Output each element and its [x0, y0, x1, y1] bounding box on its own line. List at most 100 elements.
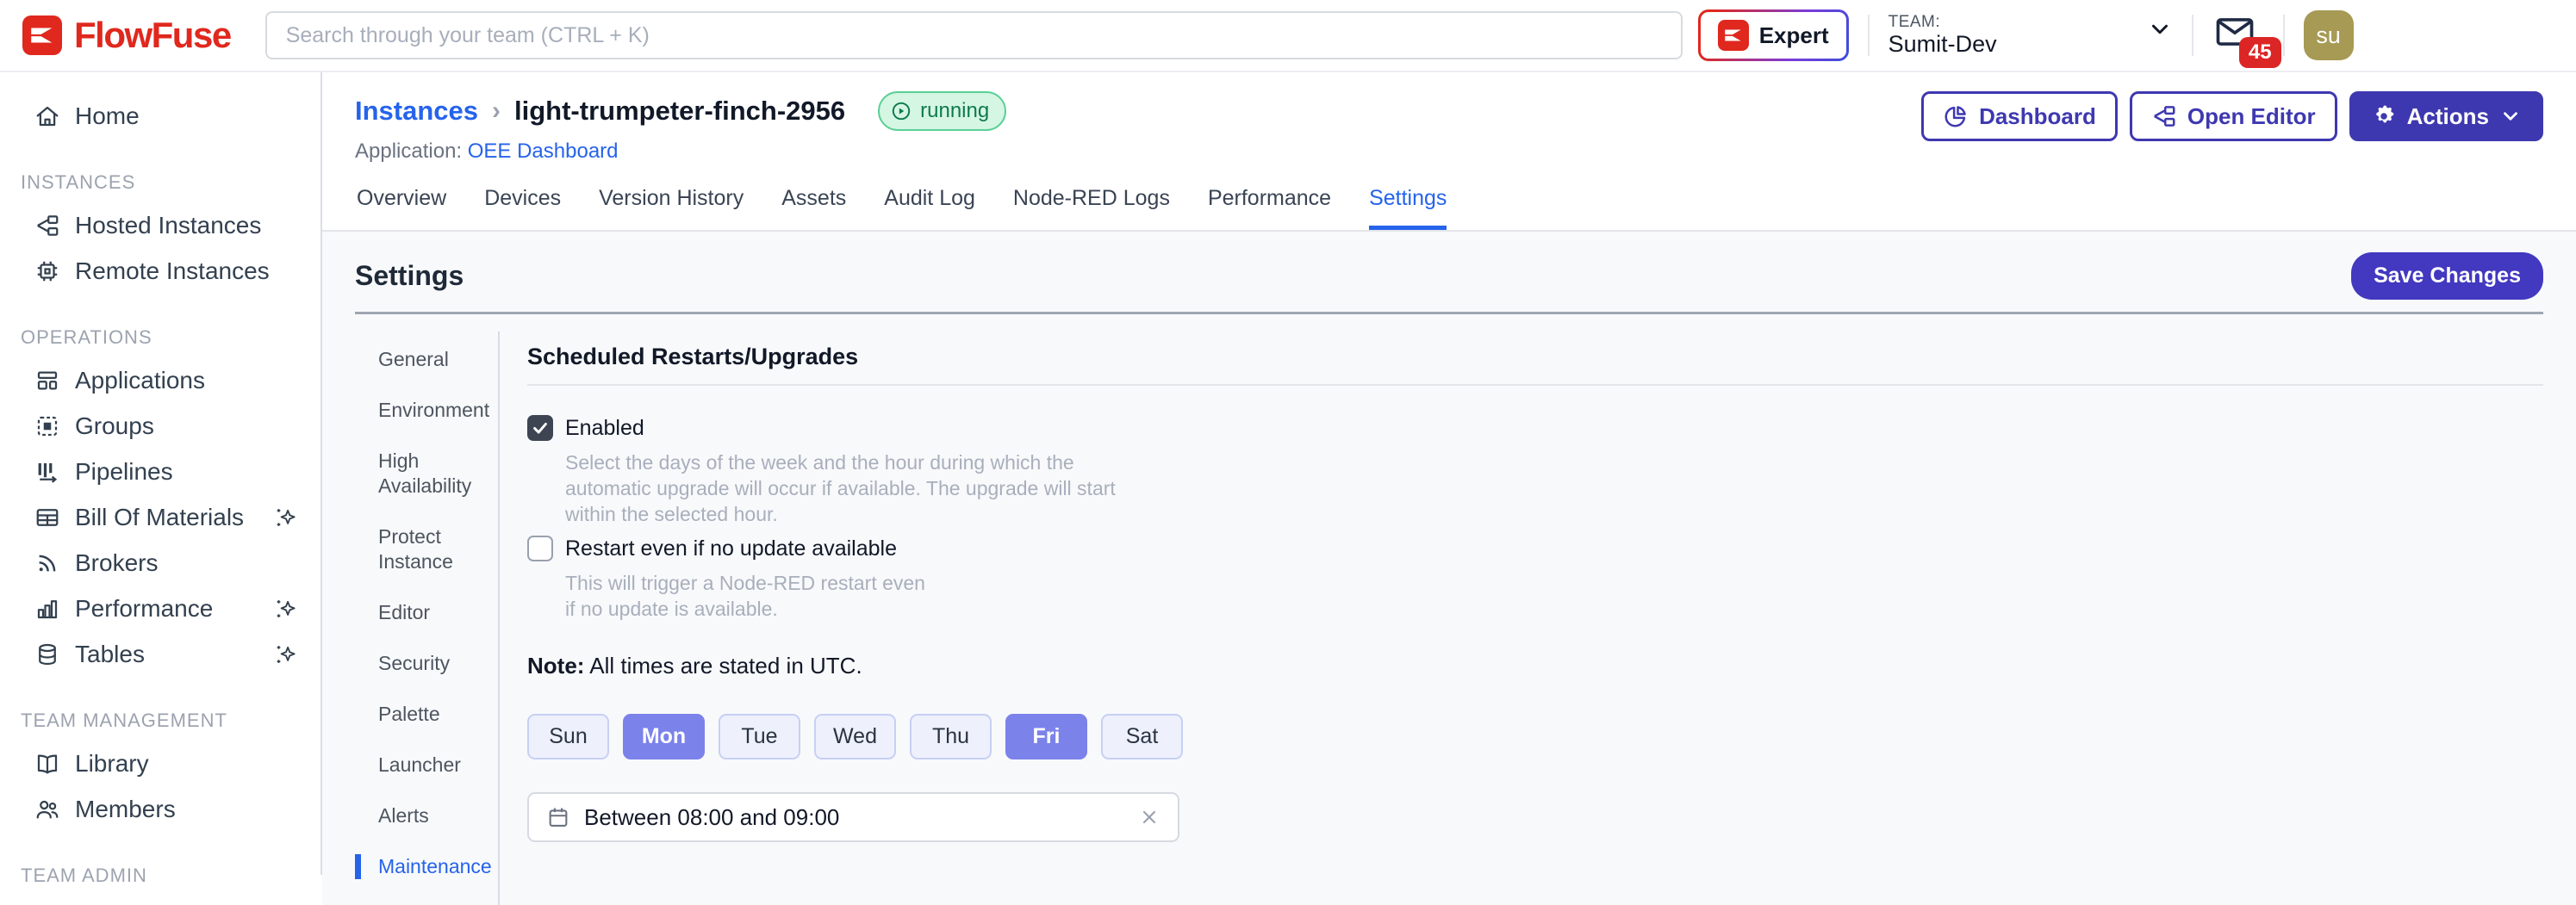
settings-nav-protect-instance[interactable]: Protect Instance	[355, 524, 500, 574]
open-editor-button[interactable]: Open Editor	[2130, 91, 2337, 141]
topbar-divider	[1868, 15, 1870, 56]
sidebar-section-team-management: TEAM MANAGEMENT	[0, 696, 320, 741]
sidebar-item-label: Remote Instances	[75, 257, 270, 285]
enabled-help-text: Select the days of the week and the hour…	[565, 449, 1164, 527]
notifications-button[interactable]: 45	[2212, 9, 2264, 61]
flowfuse-wordmark: FlowFuse	[74, 15, 231, 56]
time-window-value: Between 08:00 and 09:00	[584, 804, 1124, 831]
enabled-checkbox-label: Enabled	[565, 416, 644, 441]
notification-count-badge: 45	[2239, 37, 2281, 68]
restart-help-text: This will trigger a Node-RED restart eve…	[565, 570, 927, 622]
enabled-checkbox-row[interactable]: Enabled	[527, 415, 2543, 441]
restart-checkbox-label: Restart even if no update available	[565, 536, 897, 561]
settings-nav-security[interactable]: Security	[355, 651, 500, 676]
pie-chart-icon	[1943, 103, 1969, 129]
sidebar-item-tables[interactable]: Tables	[0, 631, 320, 677]
sidebar-item-label: Library	[75, 750, 149, 778]
tab-node-red-logs[interactable]: Node-RED Logs	[1013, 186, 1170, 230]
sidebar-item-home[interactable]: Home	[0, 93, 320, 139]
library-icon	[34, 751, 60, 777]
sidebar-item-hosted-instances[interactable]: Hosted Instances	[0, 202, 320, 248]
sidebar-item-groups[interactable]: Groups	[0, 403, 320, 449]
sidebar-section-team-admin: TEAM ADMIN	[0, 851, 320, 896]
search-input[interactable]	[265, 11, 1683, 59]
day-button-sun[interactable]: Sun	[527, 714, 609, 759]
sidebar-item-applications[interactable]: Applications	[0, 357, 320, 403]
breadcrumb-instances-link[interactable]: Instances	[355, 96, 478, 127]
expert-button[interactable]: Expert	[1698, 9, 1849, 61]
settings-nav-maintenance[interactable]: Maintenance	[355, 854, 500, 879]
day-button-mon[interactable]: Mon	[623, 714, 705, 759]
settings-nav-high-availability[interactable]: High Availability	[355, 449, 500, 499]
clear-icon[interactable]	[1138, 806, 1160, 828]
sidebar-item-remote-instances[interactable]: Remote Instances	[0, 248, 320, 294]
chevron-down-icon	[2147, 16, 2173, 42]
settings-nav-palette[interactable]: Palette	[355, 702, 500, 727]
tab-overview[interactable]: Overview	[357, 186, 446, 230]
day-button-thu[interactable]: Thu	[910, 714, 992, 759]
tab-performance[interactable]: Performance	[1208, 186, 1331, 230]
day-picker: Sun Mon Tue Wed Thu Fri Sat	[527, 714, 2543, 759]
sidebar-item-label: Pipelines	[75, 458, 173, 486]
sidebar-item-library[interactable]: Library	[0, 741, 320, 786]
utc-note: Note: All times are stated in UTC.	[527, 653, 2543, 679]
topbar-divider	[2192, 15, 2193, 56]
time-window-input[interactable]: Between 08:00 and 09:00	[527, 792, 1179, 842]
avatar[interactable]: su	[2304, 10, 2354, 60]
instance-tabs: Overview Devices Version History Assets …	[322, 164, 2576, 230]
status-badge: running	[878, 91, 1006, 131]
section-title: Scheduled Restarts/Upgrades	[527, 344, 2543, 370]
sidebar-item-brokers[interactable]: Brokers	[0, 540, 320, 586]
settings-nav: General Environment High Availability Pr…	[355, 332, 500, 905]
restart-checkbox[interactable]	[527, 536, 553, 561]
play-circle-icon	[890, 100, 912, 122]
flowfuse-logo[interactable]: FlowFuse	[0, 15, 265, 56]
breadcrumb-separator-icon: ›	[492, 96, 501, 126]
sidebar-item-label: Performance	[75, 595, 213, 623]
sidebar-item-label: Members	[75, 796, 176, 823]
page-title: Settings	[355, 260, 464, 292]
settings-nav-editor[interactable]: Editor	[355, 600, 500, 625]
sidebar-item-members[interactable]: Members	[0, 786, 320, 832]
dashboard-button[interactable]: Dashboard	[1921, 91, 2118, 141]
actions-button-label: Actions	[2407, 103, 2489, 130]
sidebar-item-label: Bill Of Materials	[75, 504, 244, 531]
status-text: running	[920, 99, 989, 123]
team-selector[interactable]: TEAM: Sumit-Dev	[1888, 13, 2173, 59]
settings-nav-environment[interactable]: Environment	[355, 398, 500, 423]
settings-nav-general[interactable]: General	[355, 347, 500, 372]
enabled-checkbox[interactable]	[527, 415, 553, 441]
settings-nav-launcher[interactable]: Launcher	[355, 753, 500, 778]
instance-name: light-trumpeter-finch-2956	[514, 96, 845, 127]
settings-nav-alerts[interactable]: Alerts	[355, 803, 500, 828]
section-divider	[527, 384, 2543, 386]
tab-assets[interactable]: Assets	[781, 186, 846, 230]
check-icon	[531, 418, 550, 437]
sidebar-item-performance[interactable]: Performance	[0, 586, 320, 631]
open-editor-button-label: Open Editor	[2187, 103, 2316, 130]
tab-settings[interactable]: Settings	[1369, 186, 1447, 230]
actions-button[interactable]: Actions	[2349, 91, 2543, 141]
day-button-wed[interactable]: Wed	[814, 714, 896, 759]
save-changes-button[interactable]: Save Changes	[2351, 252, 2543, 300]
sidebar-item-pipelines[interactable]: Pipelines	[0, 449, 320, 494]
applications-icon	[34, 368, 60, 394]
editor-flow-icon	[2151, 103, 2177, 129]
day-button-tue[interactable]: Tue	[719, 714, 800, 759]
application-link[interactable]: OEE Dashboard	[468, 139, 619, 163]
team-label: TEAM:	[1888, 13, 1997, 32]
tab-version-history[interactable]: Version History	[599, 186, 744, 230]
tables-icon	[34, 642, 60, 667]
restart-checkbox-row[interactable]: Restart even if no update available	[527, 536, 2543, 561]
tab-devices[interactable]: Devices	[484, 186, 561, 230]
tab-audit-log[interactable]: Audit Log	[884, 186, 975, 230]
dashboard-button-label: Dashboard	[1979, 103, 2096, 130]
sidebar-item-label: Tables	[75, 641, 145, 668]
groups-icon	[34, 413, 60, 439]
sidebar-item-label: Groups	[75, 412, 154, 440]
sidebar-item-label: Home	[75, 102, 140, 130]
sidebar-item-bill-of-materials[interactable]: Bill Of Materials	[0, 494, 320, 540]
day-button-fri[interactable]: Fri	[1005, 714, 1087, 759]
sparkles-icon	[272, 642, 298, 667]
day-button-sat[interactable]: Sat	[1101, 714, 1183, 759]
